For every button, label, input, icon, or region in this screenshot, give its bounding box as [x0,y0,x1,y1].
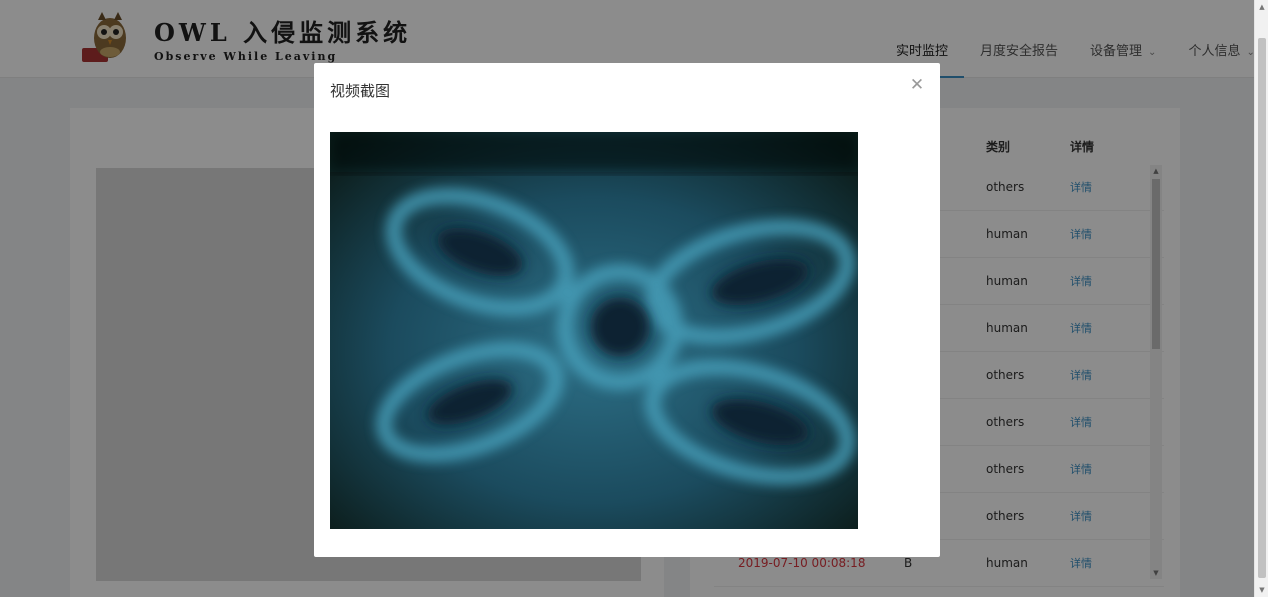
snapshot-modal: 视频截图 ✕ [314,63,940,557]
page-scroll-down-icon[interactable]: ▼ [1255,583,1268,597]
close-icon[interactable]: ✕ [908,76,926,94]
page-scroll-thumb[interactable] [1258,38,1266,578]
video-snapshot-image [330,132,858,529]
page-scroll-up-icon[interactable]: ▲ [1255,0,1268,14]
page-scrollbar[interactable]: ▲ ▼ [1254,0,1268,597]
modal-title: 视频截图 [330,82,391,100]
